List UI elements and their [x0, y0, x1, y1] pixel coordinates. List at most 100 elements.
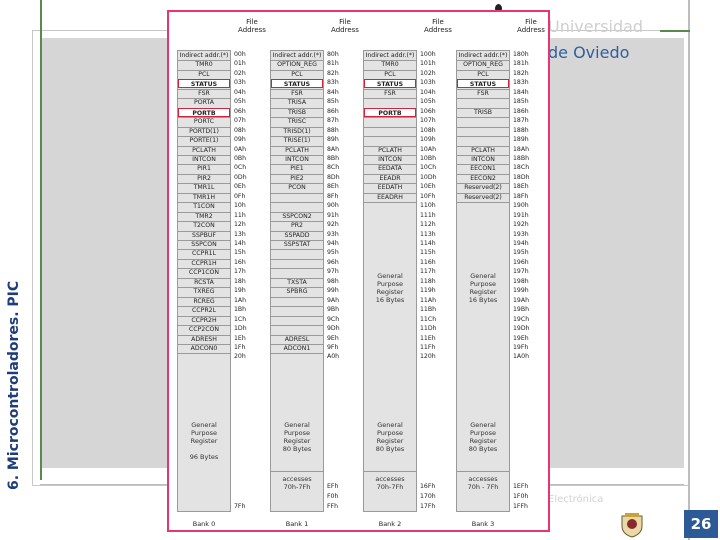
- file-address: 187h: [513, 117, 529, 125]
- file-address: 87h: [327, 117, 339, 125]
- access-divider: [457, 471, 509, 473]
- bank-label: Bank 2: [378, 520, 402, 528]
- file-address: 9Ch: [327, 315, 340, 323]
- gp-register-16-bytes: General Purpose Register 16 Bytes: [468, 271, 498, 304]
- file-address: 192h: [513, 221, 529, 229]
- register-cell: PCLATH: [471, 146, 495, 154]
- register-cell: PORTE(1): [189, 137, 219, 145]
- file-address: 13h: [234, 230, 246, 238]
- register-cell: INTCON: [285, 155, 309, 163]
- file-address: 92h: [327, 221, 339, 229]
- file-address: 85h: [327, 98, 339, 106]
- file-address: 89h: [327, 136, 339, 144]
- file-address: 116h: [420, 258, 436, 266]
- file-address: 107h: [420, 117, 436, 125]
- register-cell: PORTB: [178, 107, 230, 117]
- file-address: A0h: [327, 353, 340, 361]
- register-cell: TXREG: [193, 288, 215, 296]
- register-cell: T1CON: [193, 203, 215, 211]
- file-address: 188h: [513, 126, 529, 134]
- register-cell: ADRESH: [191, 335, 217, 343]
- file-address: 10Ah: [420, 145, 437, 153]
- file-address: 0Eh: [234, 183, 246, 191]
- file-address: 120h: [420, 353, 436, 361]
- bank-label: Bank 3: [471, 520, 495, 528]
- file-address: 10Bh: [420, 154, 437, 162]
- register-cell: TMR1H: [192, 193, 215, 201]
- file-address: 9Ah: [327, 296, 340, 304]
- file-address: 1FFh: [513, 503, 528, 510]
- register-file-map: File Address Indirect addr.(*) TMR0 PCL STAT…: [167, 10, 550, 532]
- register-cell: [271, 193, 323, 202]
- file-address: 03h: [234, 79, 246, 87]
- register-cell: PCON: [288, 184, 306, 192]
- gp-register-block: General Purpose Register 80 Bytes: [468, 421, 498, 454]
- file-address: 186h: [513, 107, 529, 115]
- register-cell: ADCON1: [283, 344, 311, 352]
- file-address: 1F0h: [513, 493, 529, 500]
- file-address: 8Bh: [327, 154, 340, 162]
- slide-section-title: 6. Microcontroladores. PIC: [6, 280, 22, 490]
- file-address: 14h: [234, 240, 246, 247]
- file-address: 1Bh: [234, 306, 247, 314]
- file-address: 01h: [234, 60, 246, 68]
- bank-label: Bank 0: [192, 520, 216, 528]
- register-cell: STATUS: [364, 79, 416, 89]
- register-cell: SPBRG: [286, 288, 308, 296]
- file-address: 95h: [327, 249, 339, 257]
- file-address: 80h: [327, 51, 339, 58]
- register-cell: PCLATH: [192, 146, 216, 154]
- register-cell: TMR0: [195, 61, 213, 69]
- register-cell: STATUS: [271, 79, 323, 89]
- file-address: 90h: [327, 202, 339, 210]
- register-cell: EEADRH: [377, 193, 403, 201]
- register-cell: PIE1: [290, 165, 304, 173]
- file-address: 185h: [513, 98, 529, 106]
- register-cell: STATUS: [457, 79, 509, 89]
- register-cell: PORTD(1): [189, 127, 219, 135]
- register-cell: FSR: [198, 89, 210, 97]
- register-cell: [457, 117, 509, 126]
- register-cell: PCL: [477, 70, 489, 78]
- register-cell: TRISA: [287, 99, 307, 107]
- file-address: 19Bh: [513, 306, 530, 314]
- file-address: 11Ch: [420, 315, 437, 323]
- university-crest-icon: [621, 513, 643, 538]
- file-address: 20h: [234, 353, 246, 361]
- register-cell: EECON1: [470, 165, 496, 173]
- file-address: 9Dh: [327, 325, 340, 333]
- footer-subject: Electrónica: [548, 494, 604, 505]
- register-cell: PCL: [291, 70, 303, 78]
- register-cell: [364, 127, 416, 136]
- register-cell: CCPR1L: [191, 250, 217, 258]
- register-cell: TMR0: [381, 61, 399, 69]
- bank-3-column: Indirect addr.(*) OPTION_REG PCL STATUS FSR T…: [456, 50, 510, 512]
- register-cell: [364, 98, 416, 107]
- file-address: 11Fh: [420, 343, 436, 351]
- file-address: 10Eh: [420, 183, 436, 191]
- register-cell: Indirect addr.(*): [365, 52, 415, 59]
- register-cell: [364, 117, 416, 126]
- register-cell: Indirect addr.(*): [458, 52, 508, 59]
- file-address: 19Ch: [513, 315, 530, 323]
- register-cell: CCP2CON: [188, 326, 220, 334]
- register-cell: INTCON: [378, 155, 402, 163]
- file-address: 197h: [513, 268, 529, 276]
- file-address: 18Ch: [513, 164, 530, 172]
- register-divider: [271, 353, 323, 355]
- file-address: 11h: [234, 211, 246, 219]
- file-address: 1Fh: [234, 343, 246, 351]
- register-cell: TRISC: [287, 118, 307, 126]
- register-cell: OPTION_REG: [277, 61, 317, 69]
- access-note: accesses 70h-7Fh: [375, 475, 405, 492]
- register-cell: Reserved(2): [464, 184, 502, 192]
- register-cell: OPTION_REG: [463, 61, 503, 69]
- file-address: 18Bh: [513, 154, 530, 162]
- file-address: 04h: [234, 88, 246, 96]
- register-cell: [271, 249, 323, 258]
- file-address: 91h: [327, 211, 339, 219]
- file-address: 98h: [327, 277, 339, 285]
- file-address: 0Fh: [234, 192, 246, 200]
- green-rule-top: [660, 30, 690, 32]
- file-address: 106h: [420, 107, 436, 115]
